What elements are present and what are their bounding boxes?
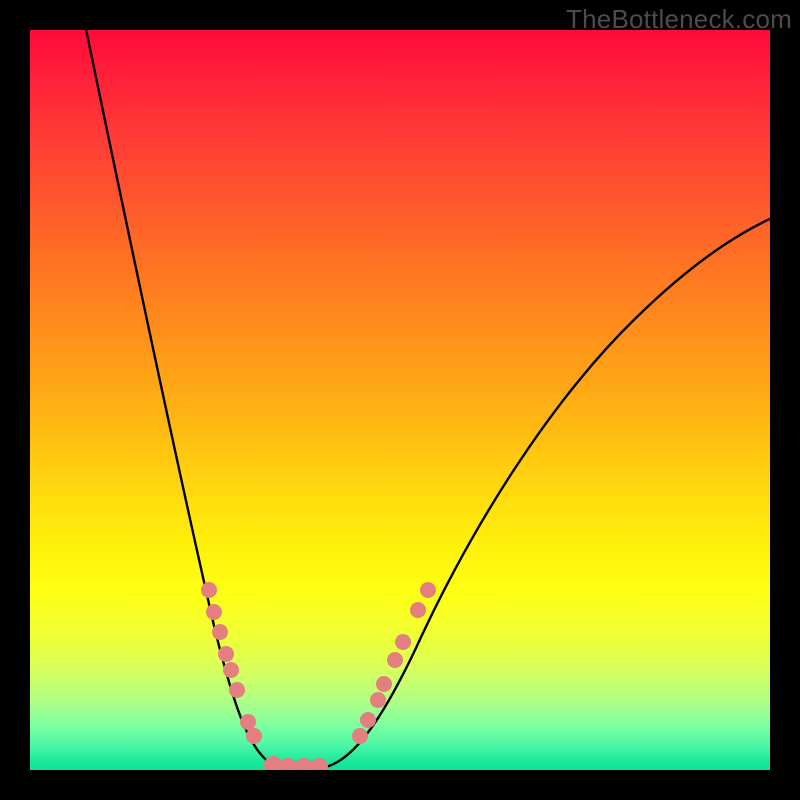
marker-dot <box>279 758 297 770</box>
marker-dot <box>410 602 426 618</box>
plot-area <box>30 30 770 770</box>
marker-dot <box>376 676 392 692</box>
marker-dot <box>218 646 234 662</box>
marker-dot <box>387 652 403 668</box>
outer-frame: TheBottleneck.com <box>0 0 800 800</box>
marker-dot <box>370 692 386 708</box>
marker-dot <box>229 682 245 698</box>
marker-dot <box>212 624 228 640</box>
marker-dot <box>310 758 328 770</box>
marker-dot <box>240 714 256 730</box>
watermark-text: TheBottleneck.com <box>566 4 792 35</box>
chart-svg <box>30 30 770 770</box>
marker-dot <box>223 662 239 678</box>
marker-dot <box>395 634 411 650</box>
curve-layer <box>82 30 770 768</box>
markers-layer <box>201 582 436 770</box>
marker-dot <box>420 582 436 598</box>
marker-dot <box>201 582 217 598</box>
bottleneck-curve <box>82 30 770 768</box>
marker-dot <box>246 728 262 744</box>
marker-dot <box>206 604 222 620</box>
marker-dot <box>352 728 368 744</box>
marker-dot <box>360 712 376 728</box>
